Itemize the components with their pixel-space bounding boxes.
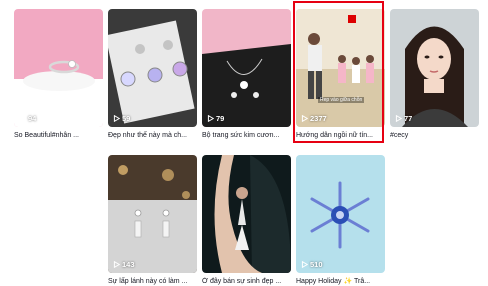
video-card-8[interactable]: 510 Happy Holiday ✨ Trâ... bbox=[296, 155, 385, 286]
video-caption[interactable]: #cecy bbox=[390, 131, 479, 140]
video-card-1[interactable]: 94 So Beautiful#nhẫn ... bbox=[14, 9, 103, 140]
selected-video-highlight bbox=[293, 1, 384, 143]
video-thumbnail[interactable]: 77 bbox=[390, 9, 479, 127]
view-count: 59 bbox=[113, 114, 130, 123]
video-thumbnail[interactable]: 79 bbox=[202, 9, 291, 127]
necklace-icon bbox=[202, 9, 291, 127]
video-thumbnail[interactable]: 143 bbox=[108, 155, 197, 273]
video-card-3[interactable]: 79 Bộ trang sức kim cươn... bbox=[202, 9, 291, 140]
video-caption[interactable]: Bộ trang sức kim cươn... bbox=[202, 131, 291, 140]
snowflake-icon bbox=[296, 155, 385, 273]
video-card-5[interactable]: 77 #cecy bbox=[390, 9, 479, 140]
view-count: 510 bbox=[301, 260, 323, 269]
view-count: 77 bbox=[395, 114, 412, 123]
play-icon bbox=[113, 115, 120, 122]
video-card-7[interactable]: Ở đây bán sự sinh đẹp ... bbox=[202, 155, 291, 286]
earrings-icon bbox=[108, 9, 197, 127]
play-icon bbox=[207, 115, 214, 122]
video-caption[interactable]: So Beautiful#nhẫn ... bbox=[14, 131, 103, 140]
video-caption[interactable]: Đẹp như thế này mà ch... bbox=[108, 131, 197, 140]
video-thumbnail[interactable]: 510 bbox=[296, 155, 385, 273]
video-thumbnail[interactable]: 94 bbox=[14, 9, 103, 127]
play-icon bbox=[395, 115, 402, 122]
portrait-icon bbox=[390, 9, 479, 127]
earrings-icon bbox=[108, 155, 197, 273]
view-count: 143 bbox=[113, 260, 135, 269]
video-card-6[interactable]: 143 Sự lấp lánh này có làm ... bbox=[108, 155, 197, 286]
view-count: 79 bbox=[207, 114, 224, 123]
video-card-2[interactable]: 59 Đẹp như thế này mà ch... bbox=[108, 9, 197, 140]
ring-icon bbox=[14, 9, 103, 127]
play-icon bbox=[113, 261, 120, 268]
video-thumbnail[interactable] bbox=[202, 155, 291, 273]
portrait-icon bbox=[202, 155, 291, 273]
video-thumbnail[interactable]: 59 bbox=[108, 9, 197, 127]
play-icon bbox=[301, 261, 308, 268]
view-count: 94 bbox=[19, 114, 36, 123]
play-icon bbox=[19, 115, 26, 122]
